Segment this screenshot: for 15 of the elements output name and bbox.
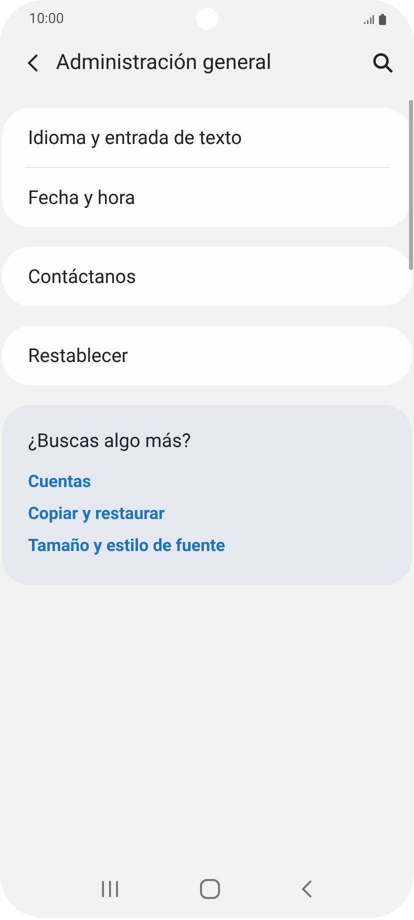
suggestion-link[interactable]: Cuentas [28,466,91,498]
back-icon[interactable] [301,880,314,898]
status-time: 10:00 [29,11,64,27]
home-icon[interactable] [200,879,220,899]
suggestion-link[interactable]: Copiar y restaurar [28,498,165,530]
signal-icon [364,14,374,24]
settings-item[interactable]: Fecha y hora [2,168,412,227]
recent-apps-icon[interactable] [100,881,119,897]
battery-icon [379,14,386,24]
settings-item[interactable]: Contáctanos [2,247,412,306]
settings-item[interactable]: Idioma y entrada de texto [2,108,412,167]
settings-item[interactable]: Restablecer [2,326,412,385]
suggestion-link[interactable]: Tamaño y estilo de fuente [28,530,226,562]
suggestion-title: ¿Buscas algo más? [28,429,192,452]
page-title: Administración general [56,51,272,75]
